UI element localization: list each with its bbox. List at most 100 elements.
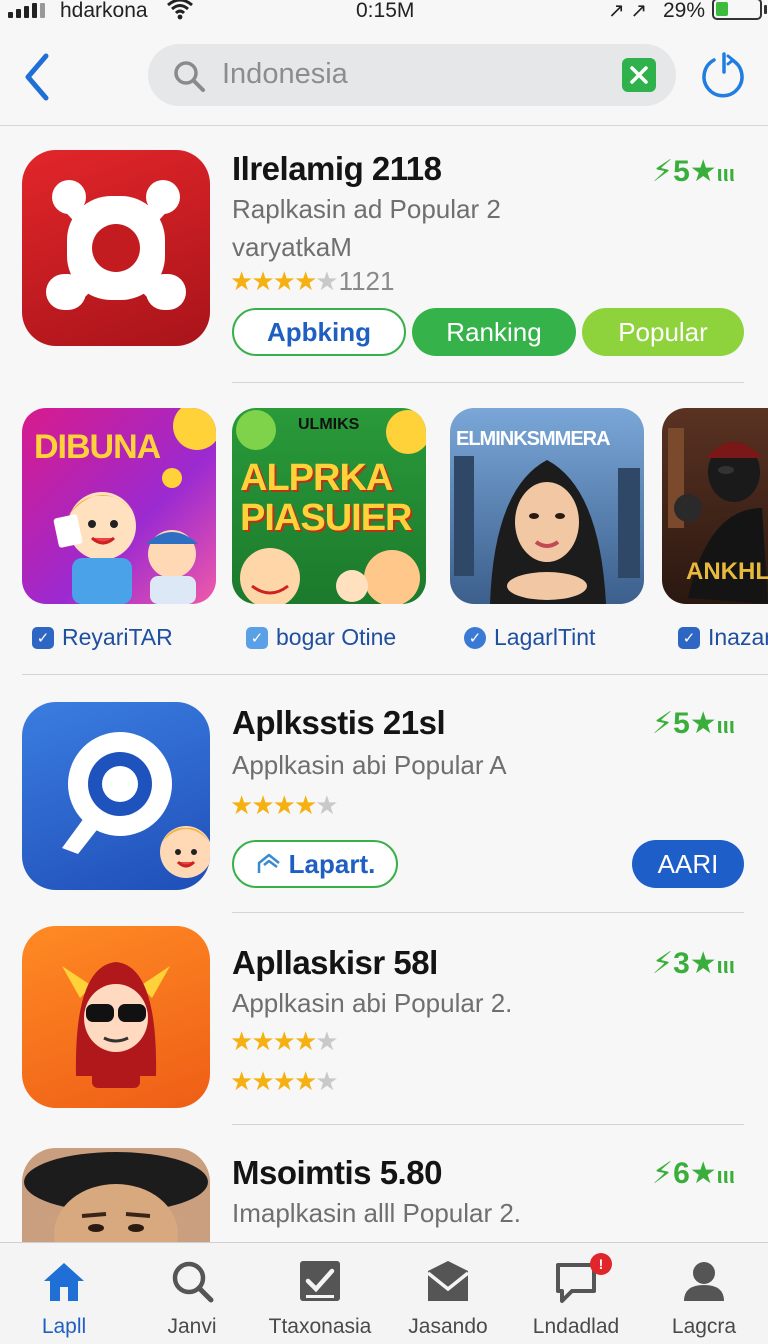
- rating-suffix-3: ιιι: [716, 953, 735, 978]
- star-icon: ★: [230, 1026, 253, 1056]
- rating-value-4: ⚡6★: [652, 1157, 717, 1190]
- lapart-button[interactable]: Lapart.: [232, 840, 398, 888]
- star-rating-3b: ★★★★★: [230, 1066, 339, 1097]
- stars-glyphs: ★★★★★: [230, 266, 339, 296]
- battery-percent: 29%: [663, 0, 706, 22]
- app-title-2[interactable]: Aplksstis 21sl: [232, 704, 446, 742]
- star-icon: ★: [251, 1066, 274, 1096]
- search-icon: [172, 1261, 214, 1303]
- app-subtitle-4: Imaplkasin alll Popular 2.: [232, 1198, 522, 1228]
- back-chevron-icon[interactable]: [18, 48, 54, 106]
- rating-badge-3: ⚡3★ιιι: [652, 946, 735, 981]
- tab-profile[interactable]: Lagcra: [640, 1243, 768, 1344]
- divider: [232, 382, 744, 383]
- signal-icon: [8, 2, 45, 18]
- app-subtitle-3: Applkasin abi Popular 2.: [232, 988, 513, 1018]
- app-title-4[interactable]: Msoimtis 5.80: [232, 1154, 442, 1192]
- lapart-label: Lapart.: [288, 848, 376, 879]
- profile-icon: [684, 1262, 724, 1301]
- app-icon-2[interactable]: [22, 702, 210, 890]
- carousel-label-2-text: bogar Otine: [276, 624, 397, 650]
- tab-home-label: Lapll: [41, 1315, 87, 1338]
- app-icon-3[interactable]: [22, 926, 210, 1108]
- rating-badge-4: ⚡6★ιιι: [652, 1156, 735, 1191]
- star-icon: ★: [251, 1026, 274, 1056]
- thumb-3-art-text: ELMINKSMMERA: [456, 428, 611, 450]
- battery-icon: [712, 0, 762, 20]
- app-icon-4[interactable]: [22, 1148, 210, 1248]
- carousel-thumb-2[interactable]: ULMIKS ALPRKA PIASUIER: [232, 408, 426, 604]
- stars-glyphs: ★★★★★: [230, 1066, 339, 1096]
- star-rating-1: ★★★★★1121: [230, 266, 394, 297]
- carousel-label-1-text: ReyariTAR: [62, 624, 173, 650]
- refresh-icon[interactable]: [700, 52, 746, 100]
- popular-button[interactable]: Popular: [582, 308, 744, 356]
- inbox-icon: [426, 1261, 470, 1301]
- search-header: Indonesia: [0, 30, 768, 126]
- battery-tip: [764, 5, 767, 14]
- rating-value-3: ⚡3★: [652, 947, 717, 980]
- tab-chat-label: Lndadlad: [532, 1315, 620, 1338]
- carousel-label-4[interactable]: ✓ Inazar: [678, 624, 768, 651]
- stars-glyphs: ★★★★★: [230, 790, 339, 820]
- thumb-1-art-text: DIBUNA: [34, 428, 161, 466]
- app-logo-icon: [46, 180, 186, 310]
- star-icon: ★: [293, 1066, 317, 1096]
- carousel-label-3-text: LagarlTint: [494, 624, 596, 650]
- divider: [22, 674, 768, 675]
- app-subtitle-1: Raplkasin ad Popular 2: [232, 194, 501, 224]
- app-icon-1[interactable]: [22, 150, 210, 346]
- app-subtitle-2: Applkasin abi Popular A: [232, 750, 507, 780]
- tab-checklist-label: Ttaxonasia: [268, 1315, 372, 1338]
- character-app-logo-icon: [62, 962, 170, 1088]
- share-icon: [257, 853, 280, 873]
- tab-inbox-label: Jasando: [408, 1315, 488, 1338]
- divider: [232, 1124, 744, 1125]
- carousel-thumb-4[interactable]: ANKHLA: [662, 408, 768, 604]
- star-icon: ★: [272, 790, 296, 820]
- app-title-3[interactable]: Apllaskisr 58l: [232, 944, 438, 982]
- star-icon: ★: [272, 1026, 296, 1056]
- carousel-label-3[interactable]: ✓ LagarlTint: [464, 624, 595, 651]
- star-icon: ★: [251, 266, 274, 296]
- rating-badge-1: ⚡5★ιιι: [652, 154, 735, 189]
- star-icon: ★: [272, 266, 296, 296]
- carousel-label-2[interactable]: ✓ bogar Otine: [246, 624, 396, 651]
- search-input[interactable]: Indonesia: [148, 44, 676, 106]
- star-rating-3: ★★★★★: [230, 1026, 339, 1057]
- status-bar: hdarkona 0:15M ↗ ↗ 29%: [0, 0, 768, 30]
- star-icon: ★: [293, 266, 317, 296]
- check-icon: ✓: [246, 626, 268, 649]
- tab-chat[interactable]: ! Lndadlad: [512, 1243, 640, 1344]
- star-icon: ★: [251, 790, 274, 820]
- clear-search-button[interactable]: [622, 58, 656, 92]
- tab-checklist[interactable]: Ttaxonasia: [256, 1243, 384, 1344]
- apbking-button[interactable]: Apbking: [232, 308, 406, 356]
- carousel-label-1[interactable]: ✓ ReyariTAR: [32, 624, 173, 651]
- carousel-thumb-1[interactable]: DIBUNA: [22, 408, 216, 604]
- home-icon: [44, 1263, 84, 1301]
- star-icon: ★: [230, 1066, 253, 1096]
- carousel-label-4-text: Inazar: [708, 624, 768, 650]
- rating-value-1: ⚡5★: [652, 155, 717, 188]
- notification-badge: !: [590, 1253, 612, 1275]
- rating-suffix-1: ιιι: [716, 161, 735, 186]
- status-time: 0:15M: [356, 0, 415, 22]
- ranking-button[interactable]: Ranking: [412, 308, 576, 356]
- tab-search-label: Janvi: [167, 1315, 217, 1338]
- divider: [232, 912, 744, 913]
- star-icon: ★: [230, 266, 253, 296]
- tab-home[interactable]: Lapll: [0, 1243, 128, 1344]
- aari-button[interactable]: AARI: [632, 840, 744, 888]
- carrier-name: hdarkona: [60, 0, 148, 22]
- location-icon: ↗ ↗: [608, 0, 648, 22]
- check-icon: ✓: [678, 626, 700, 649]
- app-title-1[interactable]: Ilrelamig 2118: [232, 150, 442, 188]
- thumb-2-art-text-top: ULMIKS: [298, 416, 360, 433]
- tab-inbox[interactable]: Jasando: [384, 1243, 512, 1344]
- tab-search[interactable]: Janvi: [128, 1243, 256, 1344]
- search-value[interactable]: Indonesia: [222, 58, 348, 91]
- carousel-thumb-3[interactable]: ELMINKSMMERA: [450, 408, 644, 604]
- close-icon: [630, 66, 648, 84]
- star-icon: ★: [293, 1026, 317, 1056]
